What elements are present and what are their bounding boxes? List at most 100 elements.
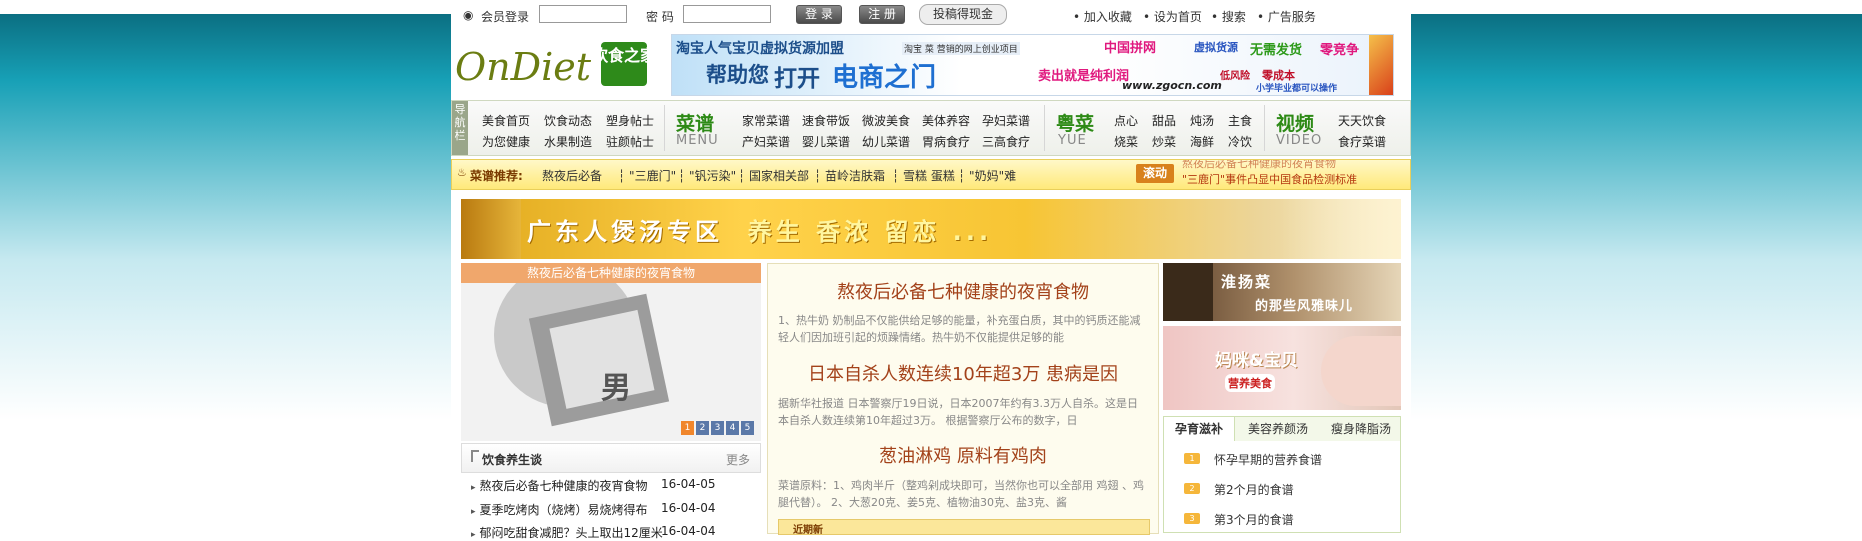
nav-fruit[interactable]: 水果制造	[544, 133, 592, 150]
nav-stew-soup[interactable]: 炖汤	[1190, 112, 1214, 129]
nav-dim-sum[interactable]: 点心	[1114, 112, 1138, 129]
nav-cold-drinks[interactable]: 冷饮	[1228, 133, 1252, 150]
diet-talk-title[interactable]: 饮食养生谈	[482, 451, 542, 468]
huaiyang-cuisine-banner[interactable]: 淮扬菜 的那些风雅味儿	[1163, 263, 1401, 321]
nav-fast-food[interactable]: 速食带饭	[802, 112, 850, 129]
recommend-icon: ♨	[457, 166, 467, 179]
list-item[interactable]: 郁闷吃甜食减肥？头上取出12厘米16-04-04	[471, 524, 716, 541]
slide-page-4[interactable]: 4	[726, 421, 739, 435]
corner-mark-icon	[471, 450, 479, 462]
nav-beauty-tips[interactable]: 驻颜帖士	[606, 133, 654, 150]
slide-page-1[interactable]: 1	[681, 421, 694, 435]
nav-three-highs-therapy[interactable]: 三高食疗	[982, 133, 1030, 150]
nav-seafood[interactable]: 海鲜	[1190, 133, 1214, 150]
nav-daily-diet[interactable]: 天天饮食	[1338, 112, 1386, 129]
list-item[interactable]: 1 怀孕早期的营养食谱	[1184, 451, 1322, 468]
mommy-baby-subtitle: 营养美食	[1225, 374, 1275, 392]
nav-therapy-recipes[interactable]: 食疗菜谱	[1338, 133, 1386, 150]
banner-line2b: 打开	[774, 66, 820, 92]
slide-image[interactable]: 男	[461, 283, 761, 441]
recipe-recommend-bar: ♨ 菜谱推荐: 熬夜后必备 ┆ "三鹿门" ┆ "钒污染" ┆ 国家相关部 ┆ …	[451, 159, 1411, 190]
nav-home-recipes[interactable]: 家常菜谱	[742, 112, 790, 129]
nav-dessert[interactable]: 甜品	[1152, 112, 1176, 129]
banner-line2a: 帮助您	[706, 63, 769, 87]
main-navigation: 导航栏 美食首页 饮食动态 塑身帖士 为您健康 水果制造 驻颜帖士 菜谱 MEN…	[451, 100, 1411, 156]
nav-food-home[interactable]: 美食首页	[482, 112, 530, 129]
recommend-item[interactable]: ┆ "奶妈"难	[958, 167, 1016, 184]
slide-pager: 1 2 3 4 5	[659, 420, 759, 436]
slide-page-3[interactable]: 3	[711, 421, 724, 435]
nav-maternal-recipes[interactable]: 产妇菜谱	[742, 133, 790, 150]
recommend-item[interactable]: ┆ "三鹿门"	[618, 167, 676, 184]
add-favorite-link[interactable]: • 加入收藏	[1073, 8, 1132, 25]
list-item[interactable]: 2 第2个月的食谱	[1184, 481, 1294, 498]
mommy-baby-banner[interactable]: 妈咪&宝贝 营养美食	[1163, 326, 1401, 410]
nav-braised[interactable]: 烧菜	[1114, 133, 1138, 150]
recommend-item[interactable]: ┆ 苗岭洁肤霜	[814, 167, 885, 184]
scroll-news-item[interactable]: "三鹿门"事件凸显中国食品检测标准	[1182, 173, 1408, 187]
scroll-news-box: 熬夜后必备七种健康的夜宵食物 "三鹿门"事件凸显中国食品检测标准	[1182, 160, 1408, 189]
nav-stomach-therapy[interactable]: 胃病食疗	[922, 133, 970, 150]
top-ad-banner[interactable]: 淘宝人气宝贝虚拟货源加盟 淘宝 菜 营销的网上创业项目 帮助您 打开 电商之门 …	[671, 34, 1394, 96]
slide-page-2[interactable]: 2	[696, 421, 709, 435]
scroll-news-item[interactable]: 熬夜后必备七种健康的夜宵食物	[1182, 160, 1408, 171]
number-badge-icon: 1	[1184, 453, 1200, 464]
site-logo[interactable]: OnDiet 饮食之家	[451, 30, 657, 92]
slide-page-5[interactable]: 5	[741, 421, 754, 435]
nav-your-health[interactable]: 为您健康	[482, 133, 530, 150]
diet-talk-header: 饮食养生谈 更多	[461, 443, 761, 473]
recommend-label: 菜谱推荐:	[470, 169, 523, 183]
nav-microwave[interactable]: 微波美食	[862, 112, 910, 129]
recommend-item[interactable]: ┆ 雪糕 蛋糕	[892, 167, 955, 184]
nav-staple[interactable]: 主食	[1228, 112, 1252, 129]
submit-article-button[interactable]: 投稿得现金	[919, 4, 1007, 25]
banner-decor	[1163, 263, 1213, 321]
recent-news-label[interactable]: 近期新	[793, 521, 823, 536]
ad-service-link[interactable]: • 广告服务	[1257, 8, 1316, 25]
member-login-label: 会员登录	[481, 10, 530, 24]
nav-yue-en: YUE	[1058, 133, 1087, 148]
nav-body-beauty[interactable]: 美体养容	[922, 112, 970, 129]
login-icon: ◉	[463, 8, 474, 22]
list-item[interactable]: 熬夜后必备七种健康的夜宵食物16-04-05	[471, 477, 716, 494]
diet-talk-more-link[interactable]: 更多	[726, 451, 750, 468]
page: ◉ 会员登录 密 码 登 录 注 册 投稿得现金 • 加入收藏 • 设为首页 •…	[451, 0, 1411, 540]
nav-video-title[interactable]: 视频	[1276, 109, 1314, 136]
search-link[interactable]: • 搜索	[1211, 8, 1246, 25]
nav-video-en: VIDEO	[1276, 133, 1323, 148]
nav-yue-title[interactable]: 粤菜	[1056, 109, 1094, 136]
headline-3[interactable]: 葱油淋鸡 原料有鸡肉	[768, 442, 1158, 468]
list-item[interactable]: 夏季吃烤肉（烧烤）易烧烤得布16-04-04	[471, 501, 716, 518]
banner-tag3: 零竞争	[1320, 43, 1360, 58]
nav-recipe-title[interactable]: 菜谱	[676, 109, 714, 136]
banner-corner-decor	[1369, 35, 1393, 95]
slide-title[interactable]: 熬夜后必备七种健康的夜宵食物	[461, 263, 761, 283]
list-item[interactable]: 3 第3个月的食谱	[1184, 511, 1294, 528]
nav-stir-fry[interactable]: 炒菜	[1152, 133, 1176, 150]
nav-separator	[1044, 105, 1045, 151]
nav-pregnant-recipes[interactable]: 孕妇菜谱	[982, 112, 1030, 129]
tab-slim-soup[interactable]: 瘦身降脂汤	[1322, 417, 1400, 441]
set-homepage-link[interactable]: • 设为首页	[1143, 8, 1202, 25]
banner-sell: 卖出就是纯利润	[1038, 69, 1130, 84]
headline-2[interactable]: 日本自杀人数连续10年超3万 患病是因	[768, 360, 1158, 386]
tab-pregnancy-nutrition[interactable]: 孕育滋补	[1164, 417, 1235, 441]
nav-slim-tips[interactable]: 塑身帖士	[606, 112, 654, 129]
nav-baby-recipes[interactable]: 婴儿菜谱	[802, 133, 850, 150]
password-input[interactable]	[683, 5, 771, 23]
huaiyang-title: 淮扬菜	[1221, 273, 1273, 291]
headline-1[interactable]: 熬夜后必备七种健康的夜宵食物	[768, 278, 1158, 304]
svg-text:饮食之家: 饮食之家	[591, 46, 651, 65]
username-input[interactable]	[539, 5, 627, 23]
recommend-item[interactable]: ┆ "钒污染"	[678, 167, 736, 184]
nav-toddler-recipes[interactable]: 幼儿菜谱	[862, 133, 910, 150]
nav-diet-news[interactable]: 饮食动态	[544, 112, 592, 129]
tab-beauty-soup[interactable]: 美容养颜汤	[1238, 417, 1318, 441]
login-button[interactable]: 登 录	[796, 5, 842, 24]
register-button[interactable]: 注 册	[859, 5, 905, 24]
nav-recipe-en: MENU	[676, 133, 719, 148]
recommend-item[interactable]: 熬夜后必备	[542, 167, 602, 184]
pregnancy-recipe-list: 1 怀孕早期的营养食谱 2 第2个月的食谱 3 第3个月的食谱	[1163, 441, 1401, 533]
soup-zone-banner[interactable]: 广东人煲汤专区 养生 香浓 留恋 ...	[461, 199, 1401, 259]
recommend-item[interactable]: ┆ 国家相关部	[738, 167, 809, 184]
